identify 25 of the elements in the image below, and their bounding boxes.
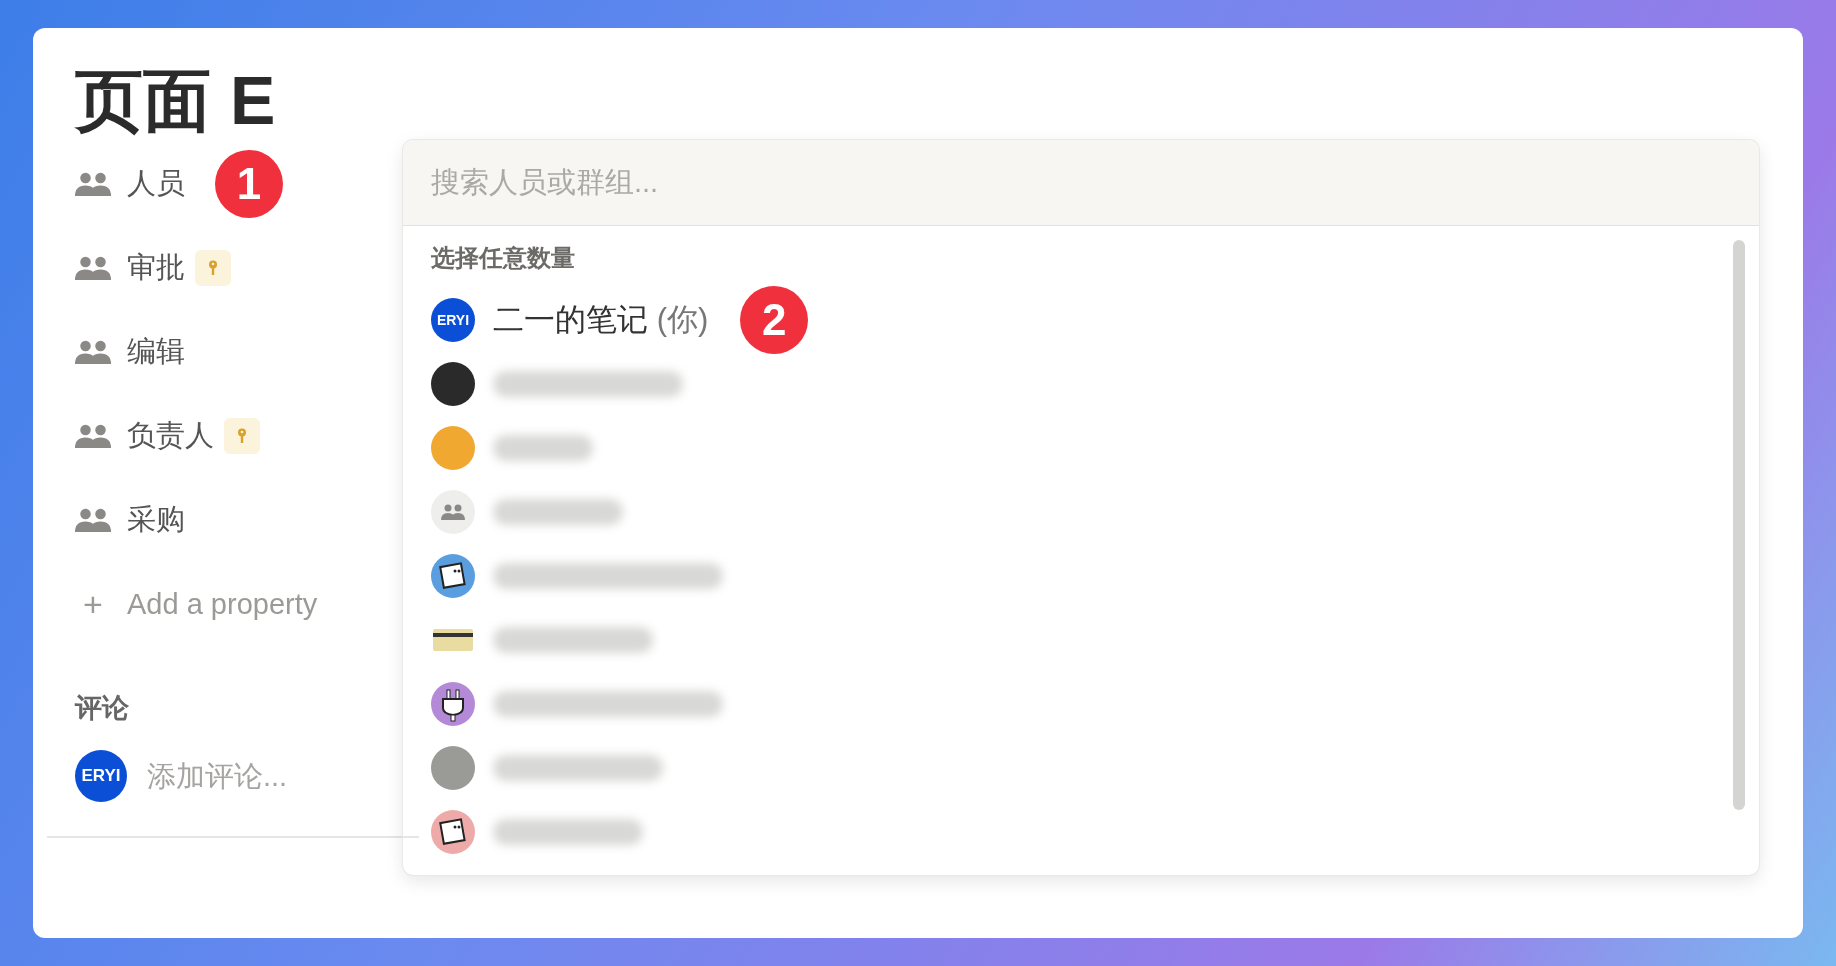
callout-number: 1 xyxy=(215,150,283,218)
property-name[interactable]: 编辑 xyxy=(127,332,185,372)
property-name[interactable]: 负责人 xyxy=(127,416,214,456)
user-avatar: ERYI xyxy=(431,298,475,342)
section-label: 选择任意数量 xyxy=(431,243,576,273)
property-row[interactable]: 编辑 xyxy=(47,310,403,394)
people-icon xyxy=(75,256,111,280)
people-icon xyxy=(75,508,111,532)
person-name: 二一的笔记 (你) xyxy=(493,301,709,339)
comments-heading: 评论 xyxy=(75,692,130,725)
property-row[interactable]: 采购 xyxy=(47,478,403,562)
callout-number: 2 xyxy=(740,286,809,354)
property-name[interactable]: 审批 xyxy=(127,248,185,288)
comment-field[interactable]: 添加评论... xyxy=(145,758,369,794)
scrollbar[interactable] xyxy=(1733,240,1745,810)
people-icon xyxy=(75,340,111,364)
search-field[interactable]: 搜索人员或群组... xyxy=(403,140,1759,226)
property-name[interactable]: 采购 xyxy=(127,500,185,540)
people-icon xyxy=(75,424,111,448)
property-name[interactable]: 人员 xyxy=(127,164,185,204)
person-option[interactable]: ERYI 二一的笔记 (你) 2 xyxy=(431,288,1731,352)
page-title: 页面 E xyxy=(75,66,277,134)
user-avatar: ERYI xyxy=(75,750,127,802)
people-icon xyxy=(75,172,111,196)
property-row[interactable]: 人员 1 xyxy=(47,142,403,226)
